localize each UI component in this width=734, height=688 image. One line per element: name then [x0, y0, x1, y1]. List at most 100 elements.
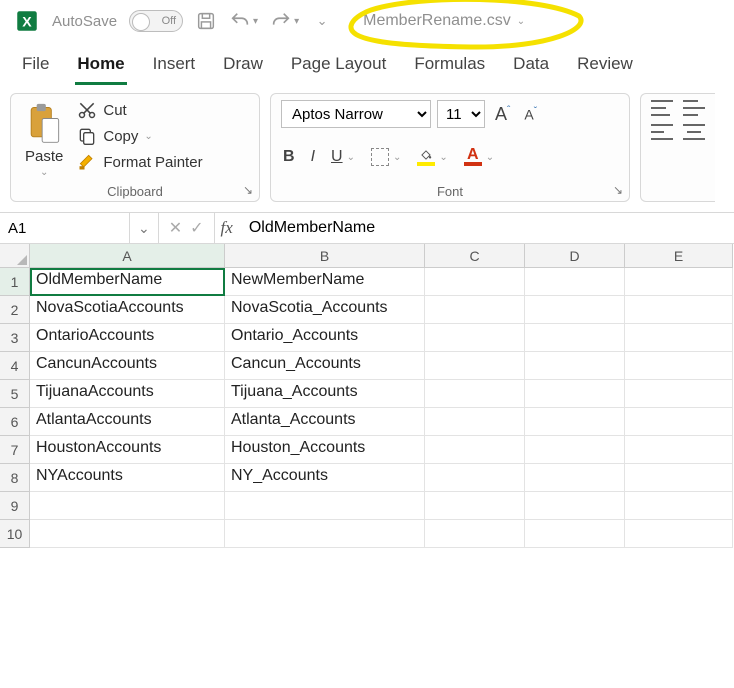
cell[interactable]	[625, 380, 733, 408]
cell[interactable]	[425, 520, 525, 548]
select-all-corner[interactable]	[0, 244, 30, 268]
cell[interactable]: OntarioAccounts	[30, 324, 225, 352]
align-center-button[interactable]	[683, 124, 705, 140]
cell[interactable]	[525, 352, 625, 380]
col-header-b[interactable]: B	[225, 244, 425, 268]
cell[interactable]	[625, 324, 733, 352]
cell[interactable]	[525, 296, 625, 324]
cell[interactable]	[425, 436, 525, 464]
tab-review[interactable]: Review	[575, 50, 635, 85]
cell[interactable]	[525, 464, 625, 492]
save-button[interactable]	[195, 10, 217, 32]
undo-button[interactable]: ▾	[229, 10, 258, 32]
row-header[interactable]: 10	[0, 520, 30, 548]
cell[interactable]: NovaScotia_Accounts	[225, 296, 425, 324]
cut-button[interactable]: Cut	[77, 100, 202, 120]
col-header-a[interactable]: A	[30, 244, 225, 268]
cell[interactable]	[425, 268, 525, 296]
col-header-c[interactable]: C	[425, 244, 525, 268]
underline-button[interactable]: U⌄	[329, 146, 357, 168]
bold-button[interactable]: B	[281, 146, 297, 168]
name-box-dropdown[interactable]: ⌄	[130, 213, 159, 243]
font-color-button[interactable]: A ⌄	[462, 146, 496, 168]
row-header[interactable]: 3	[0, 324, 30, 352]
format-painter-button[interactable]: Format Painter	[77, 152, 202, 172]
cell[interactable]: NovaScotiaAccounts	[30, 296, 225, 324]
cell[interactable]	[525, 268, 625, 296]
cell[interactable]	[625, 520, 733, 548]
row-header[interactable]: 8	[0, 464, 30, 492]
align-middle-button[interactable]	[683, 100, 705, 116]
cell[interactable]	[425, 492, 525, 520]
cell[interactable]	[425, 380, 525, 408]
copy-button[interactable]: Copy ⌄	[77, 126, 202, 146]
cell[interactable]	[525, 408, 625, 436]
cell[interactable]: NewMemberName	[225, 268, 425, 296]
row-header[interactable]: 5	[0, 380, 30, 408]
tab-data[interactable]: Data	[511, 50, 551, 85]
cell[interactable]: NY_Accounts	[225, 464, 425, 492]
cell[interactable]	[525, 520, 625, 548]
font-name-select[interactable]: Aptos Narrow	[281, 100, 431, 128]
row-header[interactable]: 7	[0, 436, 30, 464]
cell[interactable]	[425, 408, 525, 436]
cell[interactable]	[525, 324, 625, 352]
row-header[interactable]: 9	[0, 492, 30, 520]
cell[interactable]	[225, 520, 425, 548]
tab-formulas[interactable]: Formulas	[412, 50, 487, 85]
cell[interactable]	[425, 352, 525, 380]
cell[interactable]	[425, 324, 525, 352]
tab-home[interactable]: Home	[75, 50, 126, 85]
cell[interactable]	[625, 352, 733, 380]
autosave-toggle[interactable]: Off	[129, 10, 183, 32]
tab-page-layout[interactable]: Page Layout	[289, 50, 388, 85]
tab-draw[interactable]: Draw	[221, 50, 265, 85]
cell[interactable]: Houston_Accounts	[225, 436, 425, 464]
row-header[interactable]: 6	[0, 408, 30, 436]
row-header[interactable]: 2	[0, 296, 30, 324]
cell[interactable]	[625, 464, 733, 492]
italic-button[interactable]: I	[309, 146, 317, 168]
cell[interactable]	[625, 492, 733, 520]
cell[interactable]	[225, 492, 425, 520]
fx-button[interactable]: fx	[215, 218, 239, 238]
cell[interactable]: Cancun_Accounts	[225, 352, 425, 380]
tab-insert[interactable]: Insert	[151, 50, 198, 85]
row-header[interactable]: 4	[0, 352, 30, 380]
redo-button[interactable]: ▾	[270, 10, 299, 32]
cell[interactable]: AtlantaAccounts	[30, 408, 225, 436]
clipboard-launcher-icon[interactable]: ↘	[243, 183, 253, 197]
qat-customize-button[interactable]: ⌄	[311, 10, 333, 32]
cell[interactable]: NYAccounts	[30, 464, 225, 492]
fill-color-button[interactable]: ⌄	[415, 146, 449, 168]
paste-button[interactable]: Paste ⌄	[21, 100, 67, 180]
borders-button[interactable]: ⌄	[369, 146, 403, 168]
cell[interactable]: Tijuana_Accounts	[225, 380, 425, 408]
align-left-button[interactable]	[651, 124, 673, 140]
cell[interactable]: HoustonAccounts	[30, 436, 225, 464]
formula-input[interactable]	[239, 213, 734, 243]
worksheet-grid[interactable]: A B C D E 1 OldMemberName NewMemberName …	[0, 244, 734, 548]
cell[interactable]	[625, 436, 733, 464]
cell[interactable]: Atlanta_Accounts	[225, 408, 425, 436]
font-size-select[interactable]: 11	[437, 100, 485, 128]
cell[interactable]	[525, 436, 625, 464]
filename-dropdown[interactable]: MemberRename.csv ⌄	[363, 12, 525, 30]
align-top-button[interactable]	[651, 100, 673, 116]
cell[interactable]	[625, 296, 733, 324]
cell[interactable]: Ontario_Accounts	[225, 324, 425, 352]
cancel-formula-button[interactable]: ✕	[169, 218, 182, 238]
decrease-font-button[interactable]: Aˇ	[520, 106, 541, 123]
col-header-d[interactable]: D	[525, 244, 625, 268]
tab-file[interactable]: File	[20, 50, 51, 85]
cell[interactable]: CancunAccounts	[30, 352, 225, 380]
cell[interactable]: OldMemberName	[30, 268, 225, 296]
col-header-e[interactable]: E	[625, 244, 733, 268]
name-box[interactable]	[0, 213, 130, 243]
accept-formula-button[interactable]: ✓	[190, 218, 203, 238]
cell[interactable]	[425, 296, 525, 324]
cell[interactable]	[425, 464, 525, 492]
increase-font-button[interactable]: Aˆ	[491, 104, 514, 125]
cell[interactable]: TijuanaAccounts	[30, 380, 225, 408]
cell[interactable]	[625, 268, 733, 296]
